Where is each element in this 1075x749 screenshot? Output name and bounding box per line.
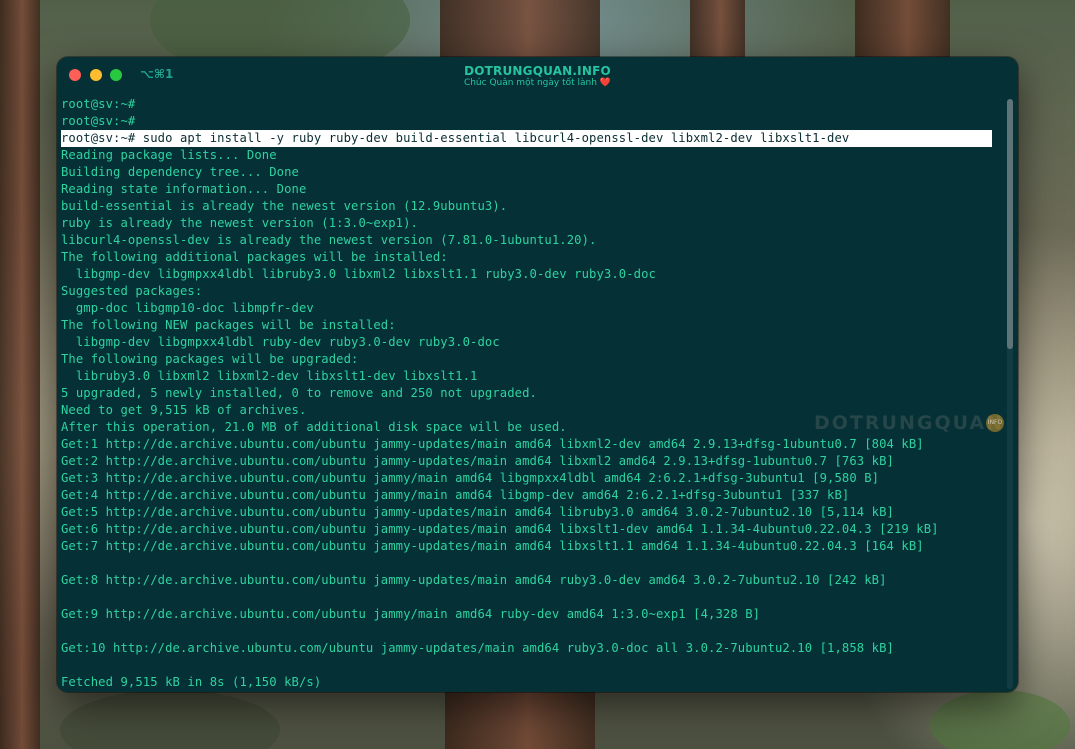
terminal-line: The following NEW packages will be insta…: [61, 318, 396, 332]
terminal-line: Building dependency tree... Done: [61, 165, 299, 179]
terminal-line: Get:1 http://de.archive.ubuntu.com/ubunt…: [61, 437, 924, 451]
wallpaper-tree: [0, 0, 40, 749]
terminal-line: build-essential is already the newest ve…: [61, 199, 508, 213]
terminal-line: Get:9 http://de.archive.ubuntu.com/ubunt…: [61, 607, 761, 621]
terminal-line: root@sv:~#: [61, 97, 136, 111]
terminal-window: ⌥⌘1 DOTRUNGQUAN.INFO Chúc Quân một ngày …: [57, 57, 1018, 692]
terminal-line: libgmp-dev libgmpxx4ldbl ruby-dev ruby3.…: [61, 335, 500, 349]
terminal-line: Get:10 http://de.archive.ubuntu.com/ubun…: [61, 641, 894, 655]
window-subtitle-text: Chúc Quân một ngày tốt lành: [463, 78, 597, 88]
terminal-line: The following packages will be upgraded:: [61, 352, 359, 366]
wallpaper-foliage: [60, 690, 280, 749]
terminal-line: gmp-doc libgmp10-doc libmpfr-dev: [61, 301, 314, 315]
terminal-line: The following additional packages will b…: [61, 250, 448, 264]
window-title: DOTRUNGQUAN.INFO: [464, 64, 611, 78]
terminal-line: libgmp-dev libgmpxx4ldbl libruby3.0 libx…: [61, 267, 656, 281]
terminal-line: Reading state information... Done: [61, 182, 307, 196]
terminal-line: Suggested packages:: [61, 284, 203, 298]
terminal-line: Fetched 9,515 kB in 8s (1,150 kB/s): [61, 675, 322, 689]
terminal-line: Get:4 http://de.archive.ubuntu.com/ubunt…: [61, 488, 850, 502]
wallpaper-tree: [440, 0, 600, 60]
wallpaper-tree: [855, 0, 950, 60]
vertical-scrollbar[interactable]: [1007, 99, 1013, 689]
terminal-line: libruby3.0 libxml2 libxml2-dev libxslt1-…: [61, 369, 478, 383]
wallpaper-foliage: [930, 690, 1070, 749]
title-bar[interactable]: ⌥⌘1 DOTRUNGQUAN.INFO Chúc Quân một ngày …: [57, 57, 1018, 95]
terminal-line: Get:8 http://de.archive.ubuntu.com/ubunt…: [61, 573, 887, 587]
terminal-line: Get:3 http://de.archive.ubuntu.com/ubunt…: [61, 471, 880, 485]
terminal-line: root@sv:~#: [61, 114, 136, 128]
terminal-line: 5 upgraded, 5 newly installed, 0 to remo…: [61, 386, 537, 400]
heart-icon: ❤️: [599, 78, 612, 88]
terminal-line: libcurl4-openssl-dev is already the newe…: [61, 233, 597, 247]
terminal-line: ruby is already the newest version (1:3.…: [61, 216, 418, 230]
wallpaper-tree: [690, 0, 745, 60]
watermark-badge: INFO: [986, 414, 1004, 432]
window-subtitle: Chúc Quân một ngày tốt lành ❤️: [57, 78, 1018, 88]
terminal-line: Reading package lists... Done: [61, 148, 277, 162]
terminal-output[interactable]: root@sv:~# root@sv:~# root@sv:~# sudo apt …: [61, 96, 1007, 692]
terminal-line-selected: root@sv:~# sudo apt install -y ruby ruby…: [61, 130, 992, 147]
scrollbar-thumb[interactable]: [1007, 99, 1013, 349]
terminal-line: Get:7 http://de.archive.ubuntu.com/ubunt…: [61, 539, 924, 553]
watermark-text: DOTRUNGQUAN: [814, 412, 1005, 434]
terminal-line: Get:6 http://de.archive.ubuntu.com/ubunt…: [61, 522, 939, 536]
wallpaper-tree: [445, 690, 595, 749]
terminal-line: Get:5 http://de.archive.ubuntu.com/ubunt…: [61, 505, 894, 519]
terminal-line: Get:2 http://de.archive.ubuntu.com/ubunt…: [61, 454, 894, 468]
